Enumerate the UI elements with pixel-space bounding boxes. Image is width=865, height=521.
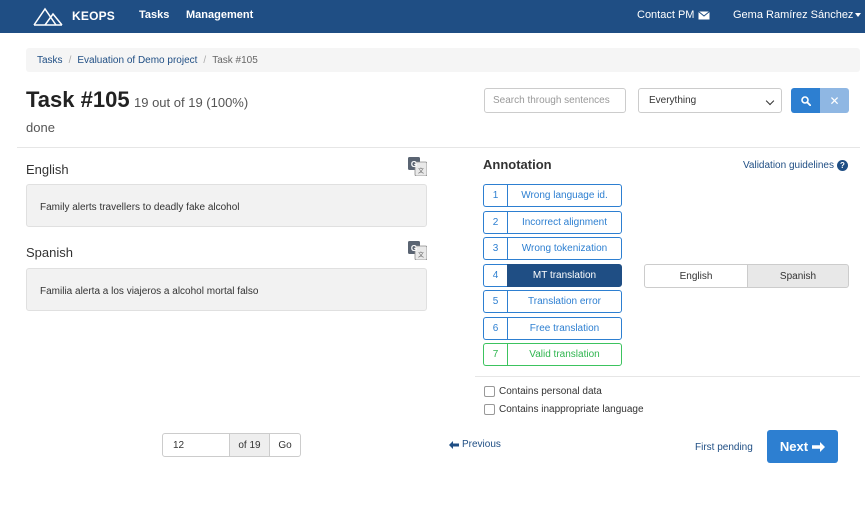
personal-data-option[interactable]: Contains personal data (484, 386, 602, 397)
filter-select[interactable]: Everything (638, 88, 782, 113)
brand-logo[interactable]: KEOPS (33, 5, 115, 27)
annotation-label: Wrong language id. (507, 184, 622, 207)
personal-data-checkbox[interactable] (484, 386, 495, 397)
contact-pm-link[interactable]: Contact PM (637, 9, 711, 21)
inappropriate-language-label: Contains inappropriate language (499, 404, 644, 415)
page-title: Task #105 (26, 87, 130, 112)
nav-tasks[interactable]: Tasks (139, 9, 169, 21)
breadcrumb-separator: / (68, 54, 72, 66)
next-label: Next (779, 439, 809, 454)
breadcrumb: Tasks / Evaluation of Demo project / Tas… (26, 48, 860, 72)
annotation-free-translation[interactable]: 6 Free translation (483, 317, 622, 340)
annotation-label: MT translation (507, 264, 622, 287)
toggle-spanish[interactable]: Spanish (747, 264, 849, 288)
annotation-translation-error[interactable]: 5 Translation error (483, 290, 622, 313)
validation-guidelines-label: Validation guidelines (743, 160, 834, 171)
annotation-number: 6 (483, 317, 507, 340)
validation-guidelines-link[interactable]: Validation guidelines ? (743, 160, 848, 171)
annotation-number: 7 (483, 343, 507, 366)
breadcrumb-project[interactable]: Evaluation of Demo project (77, 55, 197, 66)
previous-button[interactable]: Previous (449, 439, 501, 450)
annotation-number: 5 (483, 290, 507, 313)
top-navbar: KEOPS Tasks Management Contact PM Gema R… (0, 0, 865, 33)
annotation-title: Annotation (483, 157, 552, 172)
target-language-label: Spanish (26, 245, 73, 260)
annotation-number: 4 (483, 264, 507, 287)
annotation-mt-translation[interactable]: 4 MT translation (483, 264, 622, 287)
search-icon (800, 95, 811, 106)
svg-text:G: G (411, 244, 417, 253)
inappropriate-language-option[interactable]: Contains inappropriate language (484, 404, 644, 415)
annotation-label: Translation error (507, 290, 622, 313)
filter-selected-value: Everything (649, 95, 697, 106)
nav-management[interactable]: Management (186, 9, 253, 21)
arrow-right-icon (812, 441, 826, 452)
task-status: done (26, 120, 55, 135)
chevron-down-icon (855, 13, 862, 17)
question-circle-icon: ? (837, 160, 848, 171)
page-total: of 19 (229, 433, 270, 457)
annotation-valid-translation[interactable]: 7 Valid translation (483, 343, 622, 366)
previous-label: Previous (462, 439, 501, 450)
breadcrumb-tasks[interactable]: Tasks (37, 55, 63, 66)
annotation-number: 1 (483, 184, 507, 207)
annotation-wrong-tokenization[interactable]: 3 Wrong tokenization (483, 237, 622, 260)
target-sentence: Familia alerta a los viajeros a alcohol … (26, 268, 427, 311)
chevron-down-icon (765, 96, 775, 106)
source-sentence: Family alerts travellers to deadly fake … (26, 184, 427, 227)
divider (475, 376, 860, 377)
arrow-left-icon (449, 440, 459, 449)
search-button[interactable] (791, 88, 820, 113)
clear-search-button[interactable]: ✕ (820, 88, 849, 113)
personal-data-label: Contains personal data (499, 386, 602, 397)
breadcrumb-separator: / (203, 54, 207, 66)
inappropriate-language-checkbox[interactable] (484, 404, 495, 415)
close-icon: ✕ (829, 93, 840, 108)
annotation-label: Incorrect alignment (507, 211, 622, 234)
divider (17, 147, 860, 148)
annotation-label: Valid translation (507, 343, 622, 366)
keops-pyramid-icon (33, 7, 63, 26)
annotation-wrong-language[interactable]: 1 Wrong language id. (483, 184, 622, 207)
toggle-english[interactable]: English (644, 264, 748, 288)
next-button[interactable]: Next (767, 430, 838, 463)
page-number-input[interactable] (162, 433, 230, 457)
user-name: Gema Ramírez Sánchez (733, 9, 854, 21)
svg-text:文: 文 (418, 251, 424, 259)
search-input[interactable] (484, 88, 626, 113)
annotation-number: 2 (483, 211, 507, 234)
go-button[interactable]: Go (269, 433, 301, 457)
contact-pm-label: Contact PM (637, 9, 695, 21)
user-menu[interactable]: Gema Ramírez Sánchez (733, 9, 862, 21)
svg-text:文: 文 (418, 167, 424, 175)
first-pending-link[interactable]: First pending (695, 442, 753, 453)
annotation-number: 3 (483, 237, 507, 260)
google-translate-icon[interactable]: G 文 (408, 157, 427, 176)
google-translate-icon[interactable]: G 文 (408, 241, 427, 260)
brand-name: KEOPS (72, 9, 116, 23)
annotation-label: Wrong tokenization (507, 237, 622, 260)
breadcrumb-current: Task #105 (212, 54, 258, 66)
svg-text:G: G (411, 160, 417, 169)
source-language-label: English (26, 162, 69, 177)
task-progress: 19 out of 19 (100%) (134, 95, 249, 110)
annotation-incorrect-alignment[interactable]: 2 Incorrect alignment (483, 211, 622, 234)
annotation-label: Free translation (507, 317, 622, 340)
envelope-icon (698, 10, 711, 19)
